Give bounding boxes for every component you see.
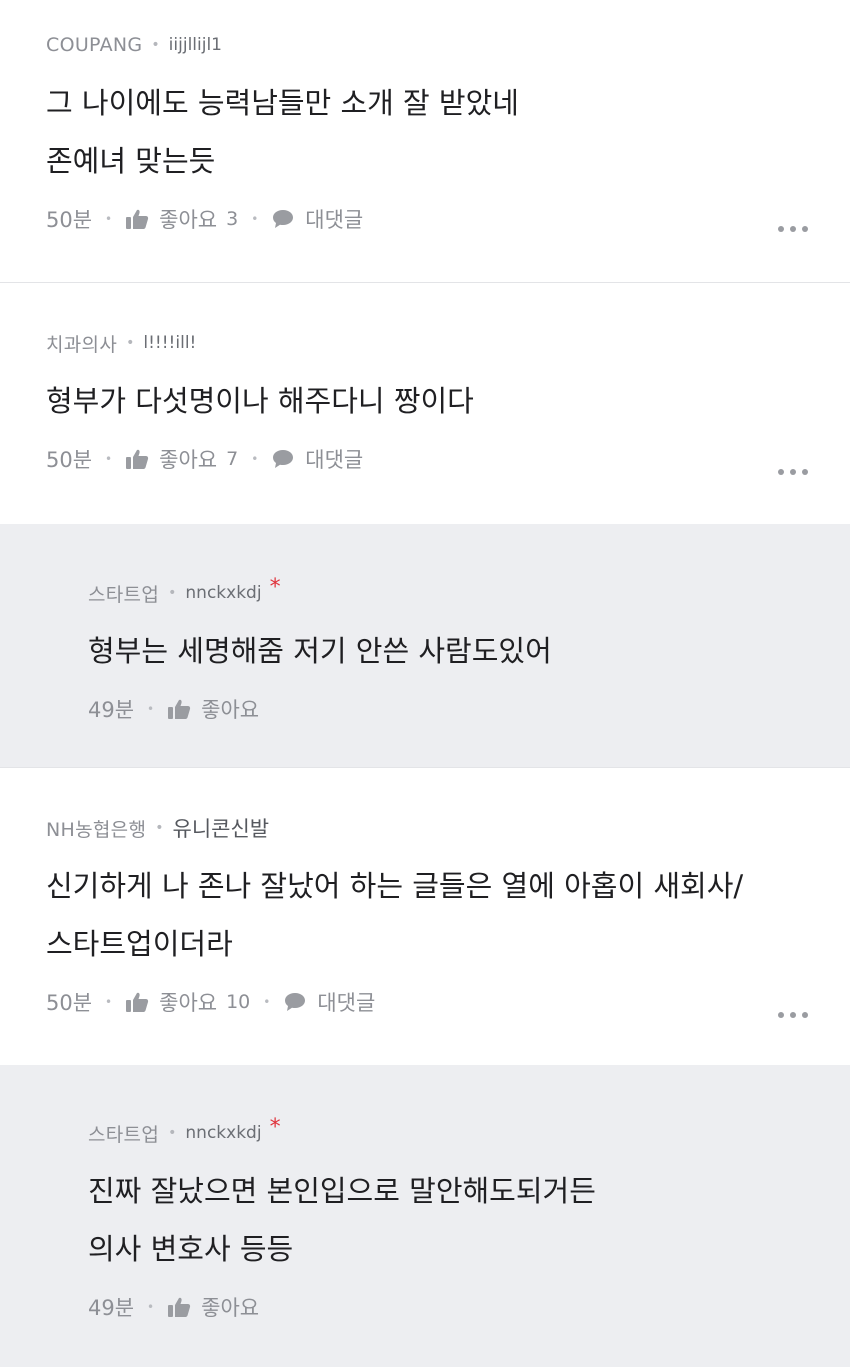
thumbs-up-icon — [126, 992, 149, 1012]
timestamp: 50분 — [46, 448, 93, 472]
comment-footer: 49분 • 좋아요 — [88, 692, 850, 726]
comment-meta: NH농협은행 • 유니콘신발 — [46, 813, 850, 843]
comment-line: 존예녀 맞는듯 — [46, 144, 216, 178]
meta-separator: • — [168, 585, 177, 601]
like-label: 좋아요 — [159, 991, 218, 1015]
like-count: 7 — [226, 448, 239, 470]
comment-item: COUPANG • iijjllijl1 그 나이에도 능력남들만 소개 잘 받… — [0, 0, 850, 282]
footer-separator: • — [105, 452, 113, 466]
company-name[interactable]: NH농협은행 — [46, 815, 146, 842]
thumbs-up-icon — [126, 209, 149, 229]
comment-meta: 스타트업 • nnckxkdj * — [88, 1114, 850, 1148]
comment-line: 형부가 다섯명이나 해주다니 짱이다 — [46, 384, 474, 418]
like-button[interactable]: 좋아요 — [167, 694, 259, 724]
comment-text: 그 나이에도 능력남들만 소개 잘 받았네 존예녀 맞는듯 — [46, 74, 850, 190]
footer-separator: • — [263, 995, 271, 1009]
comment-meta: 치과의사 • l!!!!ill! — [46, 328, 850, 358]
nickname[interactable]: l!!!!ill! — [143, 333, 196, 353]
comment-line: 의사 변호사 등등 — [88, 1232, 294, 1266]
like-label: 좋아요 — [159, 448, 218, 472]
footer-separator: • — [105, 212, 113, 226]
comment-line: 스타트업이더라 — [46, 927, 233, 961]
timestamp: 49분 — [88, 1296, 135, 1320]
comment-meta: COUPANG • iijjllijl1 — [46, 30, 850, 60]
comment-text: 형부는 세명해줌 저기 안쓴 사람도있어 — [88, 622, 850, 680]
comment-footer: 50분 • 좋아요 10 • 대댓글 — [46, 985, 850, 1019]
comment-text: 진짜 잘났으면 본인입으로 말안해도되거든 의사 변호사 등등 — [88, 1162, 850, 1278]
meta-separator: • — [168, 1125, 177, 1141]
footer-separator: • — [105, 995, 113, 1009]
like-button[interactable]: 좋아요 10 — [125, 987, 250, 1017]
reply-label: 대댓글 — [317, 991, 376, 1015]
more-dots-icon[interactable] — [778, 1012, 808, 1018]
thumbs-up-icon — [168, 699, 191, 719]
like-count: 3 — [226, 208, 239, 230]
like-button[interactable]: 좋아요 7 — [125, 444, 238, 474]
company-name[interactable]: COUPANG — [46, 34, 142, 56]
reply-button[interactable]: 대댓글 — [271, 444, 363, 474]
nickname[interactable]: 유니콘신발 — [173, 813, 270, 843]
comment-footer: 50분 • 좋아요 3 • 대댓글 — [46, 202, 850, 236]
reply-label: 대댓글 — [305, 208, 364, 232]
company-name[interactable]: 치과의사 — [46, 330, 117, 357]
comment-line: 신기하게 나 존나 잘났어 하는 글들은 열에 아홉이 새회사/ — [46, 869, 744, 903]
speech-bubble-icon — [285, 993, 306, 1011]
nickname[interactable]: iijjllijl1 — [169, 35, 222, 55]
author-badge: * — [269, 1114, 281, 1140]
company-name[interactable]: 스타트업 — [88, 580, 159, 607]
footer-separator: • — [251, 452, 259, 466]
footer-separator: • — [147, 1300, 155, 1314]
company-name[interactable]: 스타트업 — [88, 1120, 159, 1147]
timestamp: 50분 — [46, 208, 93, 232]
comment-text: 신기하게 나 존나 잘났어 하는 글들은 열에 아홉이 새회사/ 스타트업이더라 — [46, 857, 850, 973]
comment-item: NH농협은행 • 유니콘신발 신기하게 나 존나 잘났어 하는 글들은 열에 아… — [0, 768, 850, 1065]
nickname[interactable]: nnckxkdj — [185, 583, 261, 603]
timestamp: 50분 — [46, 991, 93, 1015]
thumbs-up-icon — [126, 449, 149, 469]
speech-bubble-icon — [273, 210, 294, 228]
more-dots-icon[interactable] — [778, 226, 808, 232]
timestamp: 49분 — [88, 698, 135, 722]
comment-line: 그 나이에도 능력남들만 소개 잘 받았네 — [46, 86, 519, 120]
author-badge: * — [269, 574, 281, 600]
comment-line: 형부는 세명해줌 저기 안쓴 사람도있어 — [88, 634, 552, 668]
footer-separator: • — [147, 702, 155, 716]
like-label: 좋아요 — [159, 208, 218, 232]
reply-button[interactable]: 대댓글 — [271, 204, 363, 234]
reply-label: 대댓글 — [305, 448, 364, 472]
comment-footer: 50분 • 좋아요 7 • 대댓글 — [46, 442, 850, 476]
like-button[interactable]: 좋아요 3 — [125, 204, 238, 234]
like-label: 좋아요 — [201, 698, 260, 722]
like-button[interactable]: 좋아요 — [167, 1292, 259, 1322]
comment-text: 형부가 다섯명이나 해주다니 짱이다 — [46, 372, 850, 430]
comment-footer: 49분 • 좋아요 — [88, 1290, 850, 1324]
nickname[interactable]: nnckxkdj — [185, 1123, 261, 1143]
comment-meta: 스타트업 • nnckxkdj * — [88, 574, 850, 608]
like-label: 좋아요 — [201, 1296, 260, 1320]
reply-button[interactable]: 대댓글 — [283, 987, 375, 1017]
like-count: 10 — [226, 991, 251, 1013]
comment-item: 치과의사 • l!!!!ill! 형부가 다섯명이나 해주다니 짱이다 50분 … — [0, 283, 850, 524]
comment-line: 진짜 잘났으면 본인입으로 말안해도되거든 — [88, 1174, 596, 1208]
footer-separator: • — [251, 212, 259, 226]
more-dots-icon[interactable] — [778, 469, 808, 475]
thumbs-up-icon — [168, 1297, 191, 1317]
meta-separator: • — [155, 820, 164, 836]
meta-separator: • — [126, 335, 135, 351]
speech-bubble-icon — [273, 450, 294, 468]
reply-item: 스타트업 • nnckxkdj * 진짜 잘났으면 본인입으로 말안해도되거든 … — [0, 1065, 850, 1367]
reply-item: 스타트업 • nnckxkdj * 형부는 세명해줌 저기 안쓴 사람도있어 4… — [0, 524, 850, 767]
meta-separator: • — [151, 37, 160, 53]
